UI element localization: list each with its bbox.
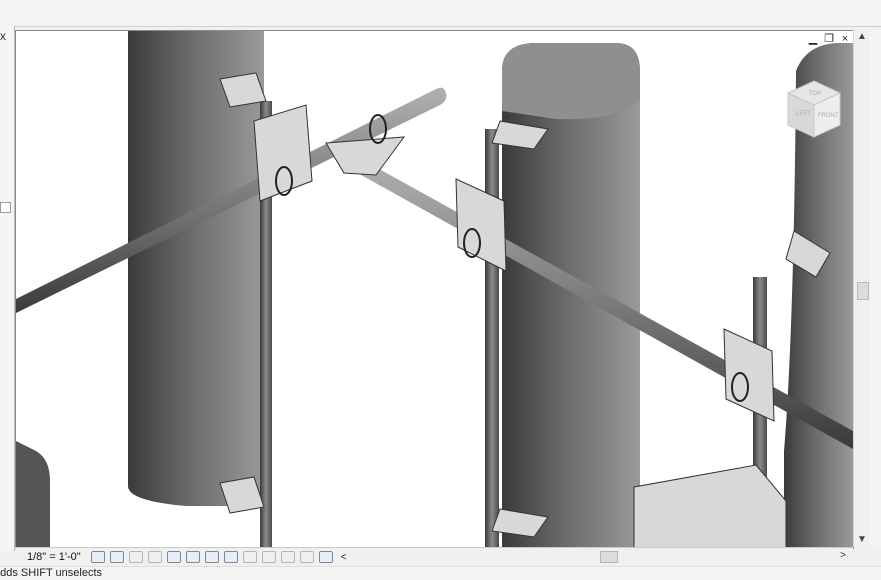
scroll-thumb[interactable] xyxy=(857,282,869,300)
restore-icon[interactable]: ❐ xyxy=(823,33,835,45)
status-text: adds SHIFT unselects xyxy=(0,567,103,579)
close-icon[interactable]: x xyxy=(0,30,6,42)
view-control-bar: 1/8" = 1'-0" < > xyxy=(15,547,853,566)
reveal-hidden-icon[interactable] xyxy=(223,551,238,563)
temporary-hide-icon[interactable] xyxy=(204,551,219,563)
viewcube-left-label: LEFT xyxy=(796,111,811,117)
visual-style-icon[interactable] xyxy=(109,551,124,563)
scroll-down-arrow[interactable]: ▼ xyxy=(854,533,870,547)
vertical-pipe xyxy=(485,129,499,548)
status-bar: adds SHIFT unselects xyxy=(0,566,881,580)
design-options-icon[interactable] xyxy=(261,551,276,563)
highlight-displacement-icon[interactable] xyxy=(299,551,314,563)
concrete-column-far-left xyxy=(16,441,50,548)
view-scale[interactable]: 1/8" = 1'-0" xyxy=(27,551,81,563)
view-cube[interactable]: LEFT FRONT TOP xyxy=(784,79,844,143)
vertical-scrollbar[interactable]: ▲ ▼ xyxy=(853,30,870,547)
scroll-thumb[interactable] xyxy=(600,551,618,563)
properties-panel-edge: x xyxy=(0,26,15,551)
viewcube-top-label: TOP xyxy=(809,91,821,97)
view-tools xyxy=(90,551,333,563)
model-view xyxy=(16,31,853,548)
worksharing-icon[interactable] xyxy=(242,551,257,563)
horizontal-scrollbar[interactable]: > xyxy=(397,550,852,563)
scroll-right-arrow[interactable]: > xyxy=(840,550,846,561)
scroll-left-arrow[interactable]: < xyxy=(341,552,347,563)
3d-viewport[interactable]: ▁ ❐ × LEFT FRONT TOP xyxy=(15,30,854,549)
view-window-controls: ▁ ❐ × xyxy=(807,33,851,45)
minimize-icon[interactable]: ▁ xyxy=(807,33,819,45)
show-crop-icon[interactable] xyxy=(185,551,200,563)
model-graphics-icon[interactable] xyxy=(90,551,105,563)
right-edge xyxy=(870,30,881,547)
scroll-up-arrow[interactable]: ▲ xyxy=(854,30,870,44)
viewcube-front-label: FRONT xyxy=(818,113,839,119)
sun-path-icon[interactable] xyxy=(128,551,143,563)
analytical-model-icon[interactable] xyxy=(280,551,295,563)
panel-field[interactable] xyxy=(0,202,11,213)
top-toolbar xyxy=(0,0,881,27)
shadows-icon[interactable] xyxy=(147,551,162,563)
concrete-column-middle xyxy=(502,43,640,548)
crop-view-icon[interactable] xyxy=(166,551,181,563)
constraints-icon[interactable] xyxy=(318,551,333,563)
close-icon[interactable]: × xyxy=(839,33,851,45)
